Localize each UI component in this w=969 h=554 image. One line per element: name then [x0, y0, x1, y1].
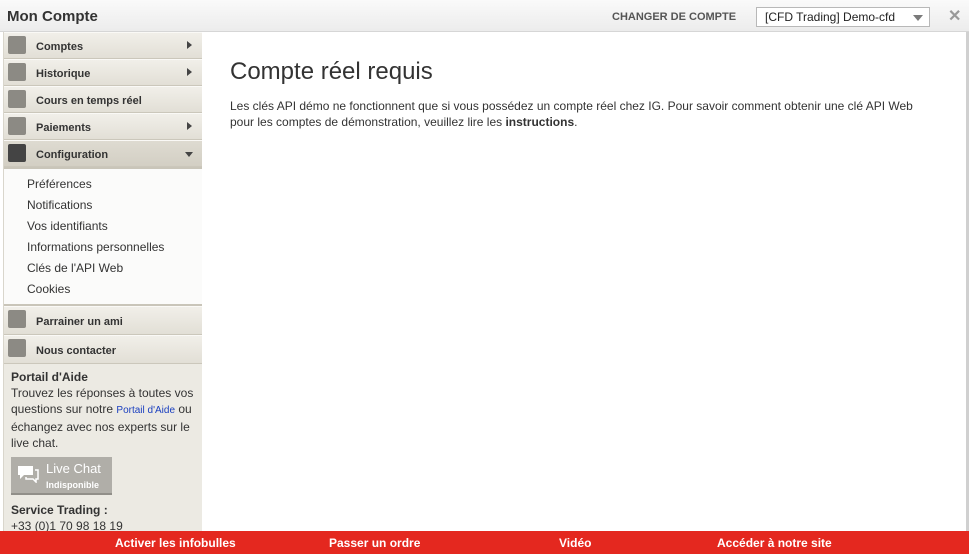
service-trading: Service Trading : +33 (0)1 70 98 18 19: [4, 495, 202, 531]
main-text-end: .: [574, 115, 578, 129]
submenu-item-notifications[interactable]: Notifications: [4, 195, 202, 216]
sidebar-item-contact[interactable]: Nous contacter: [4, 335, 202, 364]
sidebar-item-label: Configuration: [36, 149, 109, 161]
tooltips-toggle-link[interactable]: Activer les infobulles: [115, 536, 236, 550]
service-phone: +33 (0)1 70 98 18 19: [11, 519, 123, 531]
switch-account-label: CHANGER DE COMPTE: [612, 11, 737, 23]
help-title: Portail d'Aide: [11, 370, 88, 384]
history-icon: [8, 63, 26, 81]
account-select-value: [CFD Trading] Demo-cfd: [765, 10, 896, 24]
gear-icon: [8, 144, 26, 162]
submenu-item-informations[interactable]: Informations personnelles: [4, 237, 202, 258]
submenu-item-preferences[interactable]: Préférences: [4, 174, 202, 195]
help-portal: Portail d'Aide Trouvez les réponses à to…: [4, 364, 202, 495]
site-link[interactable]: Accéder à notre site: [717, 536, 832, 550]
sidebar-item-historique[interactable]: Historique: [4, 59, 202, 86]
window-title: Mon Compte: [7, 8, 98, 25]
chevron-right-icon: [187, 122, 192, 130]
help-portal-link[interactable]: Portail d'Aide: [116, 405, 175, 416]
users-icon: [8, 310, 26, 328]
sidebar-item-label: Paiements: [36, 122, 92, 134]
live-chat-title: Live Chat: [46, 461, 101, 476]
page-title: Compte réel requis: [230, 58, 433, 85]
place-order-link[interactable]: Passer un ordre: [329, 536, 420, 550]
account-select[interactable]: [CFD Trading] Demo-cfd: [756, 7, 930, 27]
chat-icon: [8, 339, 26, 357]
configuration-submenu: Préférences Notifications Vos identifian…: [4, 167, 202, 306]
sidebar-item-parrainer[interactable]: Parrainer un ami: [4, 306, 202, 335]
help-text: Trouvez les réponses à toutes vos questi…: [11, 385, 195, 451]
submenu-item-identifiants[interactable]: Vos identifiants: [4, 216, 202, 237]
live-chat-button[interactable]: Live Chat Indisponible: [11, 457, 112, 495]
sidebar-item-label: Comptes: [36, 41, 84, 53]
chevron-down-icon: [185, 152, 193, 157]
sidebar-item-label: Nous contacter: [36, 345, 117, 357]
sidebar-item-configuration[interactable]: Configuration: [4, 140, 202, 167]
user-icon: [8, 36, 26, 54]
sidebar-item-cours[interactable]: Cours en temps réel: [4, 86, 202, 113]
chevron-right-icon: [187, 68, 192, 76]
sidebar-item-comptes[interactable]: Comptes: [4, 32, 202, 59]
filter-icon: [8, 90, 26, 108]
chat-bubble-icon: [18, 466, 39, 483]
sidebar-item-label: Parrainer un ami: [36, 316, 123, 328]
chevron-down-icon: [913, 15, 923, 21]
sidebar-item-paiements[interactable]: Paiements: [4, 113, 202, 140]
main-content: Compte réel requis Les clés API démo ne …: [230, 58, 950, 130]
submenu-item-api-keys[interactable]: Clés de l'API Web: [4, 258, 202, 279]
instructions-link[interactable]: instructions: [505, 115, 574, 129]
bottom-bar: Activer les infobulles Passer un ordre V…: [0, 531, 969, 554]
card-icon: [8, 117, 26, 135]
main-text: Les clés API démo ne fonctionnent que si…: [230, 98, 930, 130]
sidebar: Comptes Historique Cours en temps réel P…: [3, 32, 202, 531]
service-title: Service Trading :: [11, 503, 108, 517]
sidebar-item-label: Cours en temps réel: [36, 95, 142, 107]
chevron-right-icon: [187, 41, 192, 49]
sidebar-item-label: Historique: [36, 68, 91, 80]
title-bar: Mon Compte CHANGER DE COMPTE [CFD Tradin…: [0, 0, 969, 32]
video-link[interactable]: Vidéo: [559, 536, 591, 550]
live-chat-status: Indisponible: [46, 480, 99, 490]
submenu-item-cookies[interactable]: Cookies: [4, 279, 202, 300]
close-icon[interactable]: ✕: [948, 6, 961, 26]
